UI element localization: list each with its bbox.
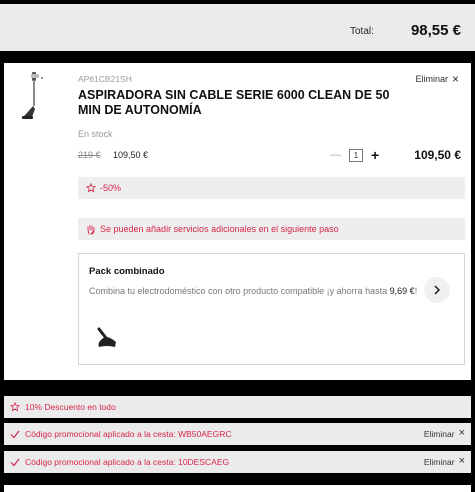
pack-savings: 9,69 € (389, 286, 415, 296)
chevron-right-icon (434, 285, 440, 295)
pack-title: Pack combinado (89, 266, 165, 277)
remove-promo-button[interactable]: Eliminar × (424, 428, 465, 439)
decrease-quantity-button[interactable]: — (330, 149, 341, 161)
promo-row: Código promocional aplicado a la cesta: … (4, 451, 471, 473)
original-price: 219 € (78, 150, 101, 160)
promo-row: Código promocional aplicado a la cesta: … (4, 423, 471, 445)
close-icon: × (458, 427, 465, 439)
close-icon: × (451, 72, 459, 86)
increase-quantity-button[interactable]: + (371, 147, 379, 163)
remove-promo-label: Eliminar (423, 456, 455, 467)
stock-status: En stock (78, 129, 113, 139)
next-section-edge (4, 485, 471, 492)
hand-icon (87, 224, 95, 234)
check-icon (10, 458, 20, 467)
promo-row: 10% Descuento en todo (4, 396, 471, 418)
cart-item-card: AP61CB21SH Eliminar × ASPIRADORA SIN CAB… (4, 63, 471, 380)
remove-promo-button[interactable]: Eliminar × (424, 456, 465, 467)
tag-icon (86, 183, 96, 193)
promo-text: Código promocional aplicado a la cesta: … (25, 429, 232, 439)
discount-badge: -50% (78, 177, 465, 199)
combo-pack-card[interactable]: Pack combinado Combina tu electrodomésti… (78, 253, 465, 365)
discount-badge-label: -50% (100, 183, 122, 193)
remove-item-label: Eliminar (415, 74, 448, 84)
total-label: Total: (350, 26, 374, 37)
product-sku: AP61CB21SH (78, 74, 132, 84)
remove-promo-label: Eliminar (423, 428, 455, 439)
services-note-text: Se pueden añadir servicios adicionales e… (100, 224, 339, 234)
pack-description-text: Combina tu electrodoméstico con otro pro… (89, 286, 390, 296)
vacuum-product-image[interactable] (20, 71, 46, 121)
promo-text: 10% Descuento en todo (25, 402, 116, 412)
promo-text: Código promocional aplicado a la cesta: … (25, 457, 230, 467)
close-icon: × (458, 455, 465, 467)
check-icon (10, 430, 20, 439)
pack-next-button[interactable] (424, 277, 450, 303)
product-title[interactable]: ASPIRADORA SIN CABLE SERIE 6000 CLEAN DE… (78, 88, 398, 118)
line-total-price: 109,50 € (414, 148, 461, 162)
tag-icon (10, 402, 20, 412)
discounted-price: 109,50 € (113, 150, 149, 160)
services-note: Se pueden añadir servicios adicionales e… (78, 218, 465, 240)
remove-item-button[interactable]: Eliminar × (415, 73, 459, 85)
pack-description-end: ! (414, 286, 418, 296)
quantity-stepper: — 1 + (330, 147, 379, 163)
quantity-input[interactable]: 1 (349, 148, 363, 162)
pack-description: Combina tu electrodoméstico con otro pro… (89, 284, 419, 298)
cart-total-bar: Total: 98,55 € (0, 4, 475, 51)
total-value: 98,55 € (410, 22, 461, 39)
brush-accessory-image (97, 327, 116, 347)
